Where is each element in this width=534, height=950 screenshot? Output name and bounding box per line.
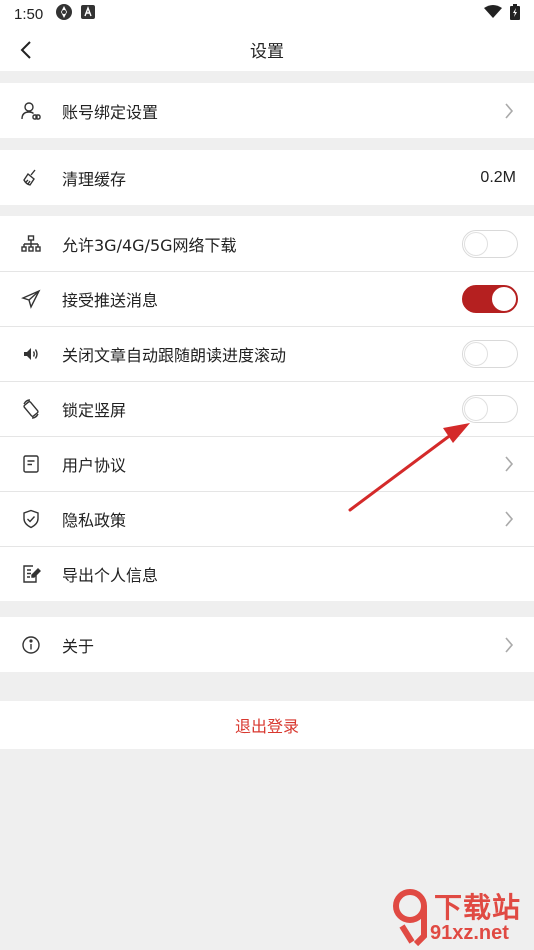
user-agreement-label: 用户协议 — [62, 455, 127, 475]
chevron-left-icon — [20, 41, 31, 59]
receive-push-label: 接受推送消息 — [62, 290, 159, 310]
wifi-icon — [484, 5, 502, 23]
broom-icon — [20, 167, 42, 189]
about-group: 关于 — [0, 617, 534, 672]
cache-group: 清理缓存 0.2M — [0, 150, 534, 205]
privacy-policy-label: 隐私政策 — [62, 510, 127, 530]
chevron-right-icon — [502, 101, 516, 121]
text-notification-icon — [81, 5, 96, 23]
cache-size-value: 0.2M — [480, 168, 516, 186]
watermark-brand-bottom: 91xz.net — [430, 922, 509, 944]
lock-portrait-toggle[interactable] — [462, 394, 518, 423]
clear-cache-row[interactable]: 清理缓存 0.2M — [0, 150, 534, 205]
export-info-label: 导出个人信息 — [62, 565, 159, 585]
chevron-right-icon — [502, 635, 516, 655]
watermark-brand-top: 下载站 — [434, 891, 522, 924]
user-agreement-row[interactable]: 用户协议 — [0, 436, 534, 491]
account-binding-row[interactable]: 账号绑定设置 — [0, 83, 534, 138]
lock-portrait-label: 锁定竖屏 — [62, 400, 127, 420]
user-link-icon — [20, 100, 42, 122]
toggle-knob — [464, 341, 488, 366]
auto-scroll-toggle[interactable] — [462, 339, 518, 368]
auto-scroll-label: 关闭文章自动跟随朗读进度滚动 — [62, 345, 287, 365]
speaker-icon — [20, 343, 42, 365]
status-bar: 1:50 — [0, 0, 534, 28]
export-info-row[interactable]: 导出个人信息 — [0, 546, 534, 601]
clear-cache-label: 清理缓存 — [62, 169, 127, 189]
receive-push-toggle[interactable] — [462, 284, 518, 313]
page-title: 设置 — [250, 42, 284, 62]
toggle-knob — [464, 231, 488, 256]
document-edit-icon — [20, 563, 42, 585]
account-group: 账号绑定设置 — [0, 83, 534, 138]
document-icon — [20, 453, 42, 475]
network-icon — [20, 233, 42, 255]
auto-scroll-row: 关闭文章自动跟随朗读进度滚动 — [0, 326, 534, 381]
mobile-download-row: 允许3G/4G/5G网络下载 — [0, 216, 534, 271]
paper-plane-icon — [20, 288, 42, 310]
screen-rotation-icon — [20, 398, 42, 420]
chevron-right-icon — [502, 454, 516, 474]
battery-icon — [510, 4, 520, 24]
app-notification-icon — [55, 3, 73, 25]
info-icon — [20, 634, 42, 656]
brand-logo-icon — [393, 889, 427, 946]
about-row[interactable]: 关于 — [0, 617, 534, 672]
toggle-knob — [464, 396, 488, 421]
receive-push-row: 接受推送消息 — [0, 271, 534, 326]
shield-check-icon — [20, 508, 42, 530]
account-binding-label: 账号绑定设置 — [62, 102, 159, 122]
watermark-logo: 下载站 91xz.net — [392, 882, 534, 950]
about-label: 关于 — [62, 636, 95, 656]
logout-button[interactable]: 退出登录 — [235, 713, 299, 737]
toggle-knob — [492, 286, 516, 311]
back-button[interactable] — [12, 36, 40, 64]
mobile-download-label: 允许3G/4G/5G网络下载 — [62, 235, 237, 255]
preferences-group: 允许3G/4G/5G网络下载 接受推送消息 关闭文章自动跟随朗读进度滚动 锁定竖… — [0, 216, 534, 601]
lock-portrait-row: 锁定竖屏 — [0, 381, 534, 436]
chevron-right-icon — [502, 509, 516, 529]
privacy-policy-row[interactable]: 隐私政策 — [0, 491, 534, 546]
logout-bar: 退出登录 — [0, 701, 534, 749]
mobile-download-toggle[interactable] — [462, 229, 518, 258]
app-header: 设置 — [0, 28, 534, 71]
status-time: 1:50 — [14, 5, 44, 23]
